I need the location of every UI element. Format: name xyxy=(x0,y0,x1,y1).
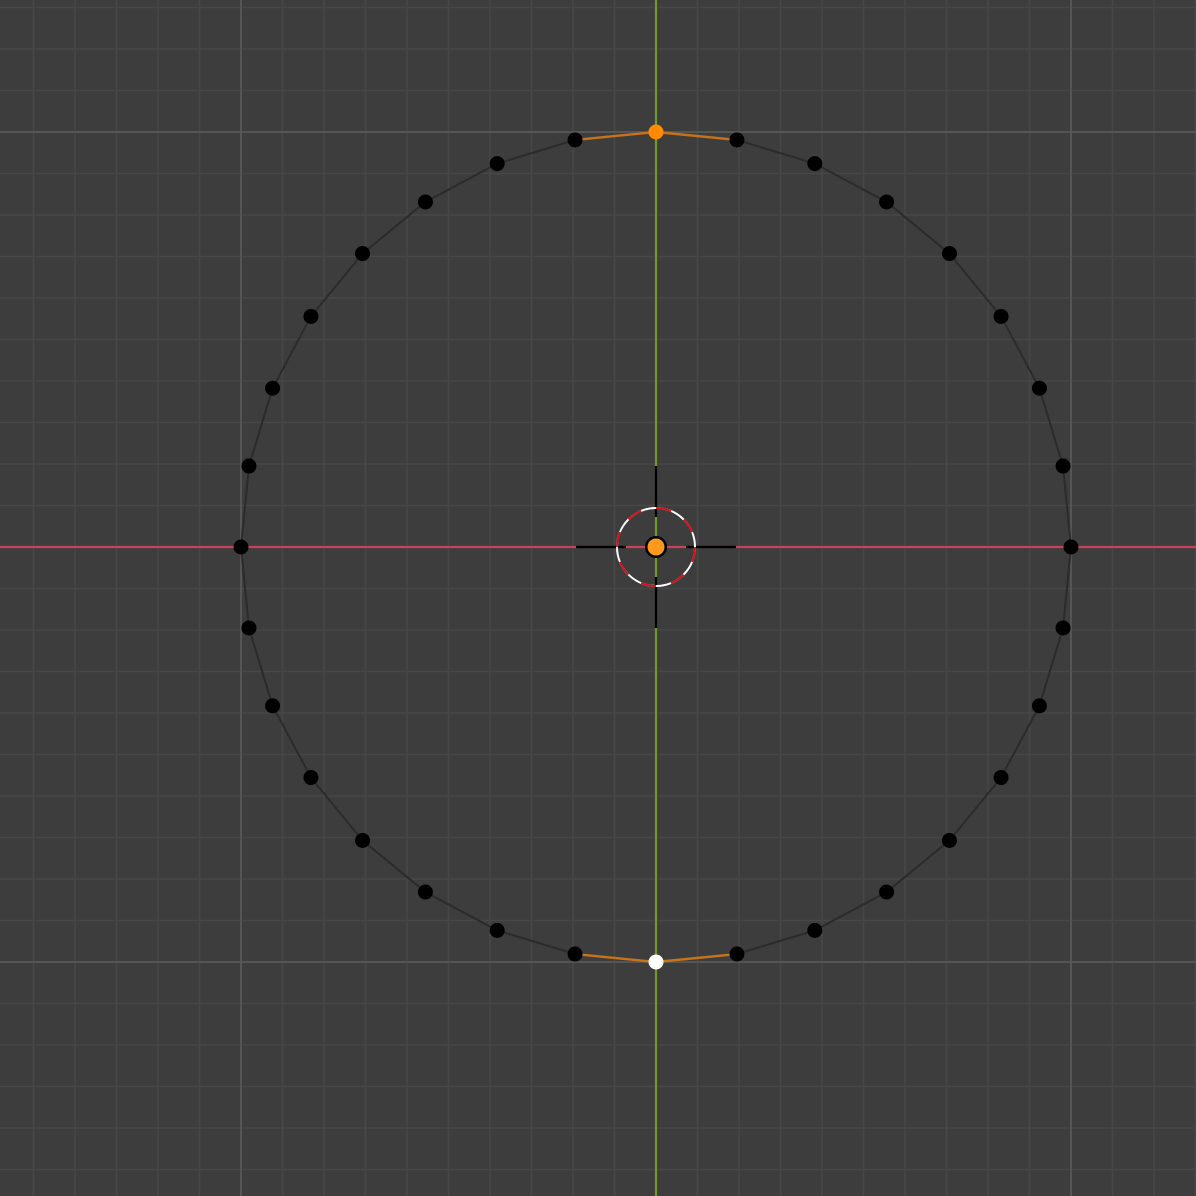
mesh-edge[interactable] xyxy=(271,315,312,390)
mesh-edge-highlighted[interactable] xyxy=(654,130,739,142)
mesh-vertex[interactable] xyxy=(879,884,895,900)
mesh-edge[interactable] xyxy=(1000,315,1041,390)
mesh-edge[interactable] xyxy=(240,546,250,629)
mesh-vertex[interactable] xyxy=(1031,380,1047,396)
mesh-vertex[interactable] xyxy=(1063,539,1079,555)
mesh-vertex[interactable] xyxy=(489,922,505,938)
mesh-edge[interactable] xyxy=(1038,626,1065,707)
mesh-vertex[interactable] xyxy=(417,884,433,900)
mesh-edge[interactable] xyxy=(813,891,888,932)
mesh-edge[interactable] xyxy=(247,626,274,707)
grid-major-lines xyxy=(0,0,1196,1196)
mesh-vertex[interactable] xyxy=(303,770,319,786)
mesh-edge[interactable] xyxy=(1000,704,1041,779)
mesh-edge[interactable] xyxy=(885,839,951,894)
mesh-edge[interactable] xyxy=(424,891,499,932)
mesh-vertex[interactable] xyxy=(241,458,257,474)
mesh-vertex[interactable] xyxy=(729,946,745,962)
mesh-vertex[interactable] xyxy=(941,246,957,262)
mesh-vertex[interactable] xyxy=(303,308,319,324)
mesh-vertex[interactable] xyxy=(807,922,823,938)
mesh-edge[interactable] xyxy=(361,839,427,894)
mesh-vertex[interactable] xyxy=(417,194,433,210)
mesh-edge[interactable] xyxy=(1062,546,1072,629)
mesh-edge[interactable] xyxy=(948,252,1003,318)
mesh-edge[interactable] xyxy=(309,776,364,842)
mesh-vertex[interactable] xyxy=(489,156,505,172)
mesh-vertex[interactable] xyxy=(265,698,281,714)
mesh-vertex[interactable] xyxy=(807,156,823,172)
origin-dot-fill xyxy=(647,538,665,556)
mesh-vertex[interactable] xyxy=(1055,620,1071,636)
mesh-edge[interactable] xyxy=(1038,387,1065,468)
origin-dot-icon xyxy=(645,536,667,558)
mesh-edge[interactable] xyxy=(813,162,888,203)
mesh-vertex[interactable] xyxy=(993,308,1009,324)
mesh-edge[interactable] xyxy=(948,776,1003,842)
mesh-vertex[interactable] xyxy=(1031,698,1047,714)
mesh-vertex[interactable] xyxy=(567,946,583,962)
mesh-vertex[interactable] xyxy=(729,132,745,148)
mesh-vertex[interactable] xyxy=(941,832,957,848)
axis-lines xyxy=(0,0,1196,1196)
mesh-vertex[interactable] xyxy=(233,539,249,555)
mesh-edge[interactable] xyxy=(735,929,816,956)
mesh-edge-highlighted[interactable] xyxy=(573,952,658,964)
mesh-edge[interactable] xyxy=(240,465,250,548)
mesh-edge[interactable] xyxy=(496,929,577,956)
grid-minor-lines xyxy=(0,0,1196,1196)
viewport-canvas[interactable] xyxy=(0,0,1196,1196)
mesh-vertex[interactable] xyxy=(241,620,257,636)
mesh-vertex-selected[interactable] xyxy=(648,124,664,140)
mesh-edge[interactable] xyxy=(1062,465,1072,548)
3d-viewport[interactable] xyxy=(0,0,1196,1196)
mesh-vertex[interactable] xyxy=(879,194,895,210)
mesh-edge[interactable] xyxy=(424,162,499,203)
mesh-edge-highlighted[interactable] xyxy=(654,952,739,964)
mesh-edge[interactable] xyxy=(361,200,427,255)
mesh-edge[interactable] xyxy=(735,138,816,165)
mesh-vertex[interactable] xyxy=(355,832,371,848)
mesh-vertex[interactable] xyxy=(265,380,281,396)
mesh-vertex[interactable] xyxy=(1055,458,1071,474)
mesh-edge[interactable] xyxy=(885,200,951,255)
mesh-edge[interactable] xyxy=(309,252,364,318)
mesh-vertex[interactable] xyxy=(567,132,583,148)
mesh-vertex-active[interactable] xyxy=(648,954,664,970)
mesh-edge[interactable] xyxy=(271,704,312,779)
mesh-edge[interactable] xyxy=(496,138,577,165)
mesh-edge[interactable] xyxy=(247,387,274,468)
mesh-vertex[interactable] xyxy=(355,246,371,262)
mesh-vertex[interactable] xyxy=(993,770,1009,786)
mesh-edge-highlighted[interactable] xyxy=(573,130,658,142)
